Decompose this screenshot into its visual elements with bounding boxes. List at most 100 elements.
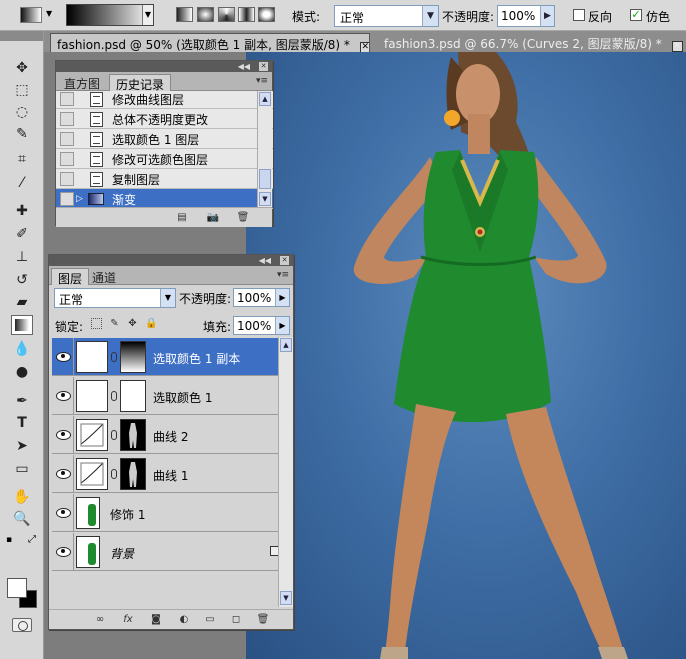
path-select-tool-icon[interactable]: ➤ — [11, 436, 33, 456]
zoom-tool-icon[interactable]: 🔍 — [11, 509, 33, 529]
move-tool-icon[interactable]: ✥ — [11, 58, 33, 78]
history-brush-tool-icon[interactable]: ↺ — [11, 270, 33, 290]
chevron-right-icon[interactable]: ▶ — [275, 289, 289, 306]
snapshot-source-checkbox[interactable] — [60, 92, 74, 106]
swap-colors-icon[interactable]: ⤢ — [28, 534, 36, 545]
hand-tool-icon[interactable]: ✋ — [11, 487, 33, 507]
reverse-checkbox[interactable] — [573, 9, 585, 21]
history-scrollbar[interactable]: ▲ ▼ — [257, 91, 272, 209]
trash-icon[interactable]: 🗑 — [236, 212, 250, 224]
dither-checkbox[interactable]: ✓ — [630, 9, 642, 21]
close-icon[interactable]: ✕ — [280, 256, 289, 265]
lock-all-icon[interactable]: 🔒 — [145, 318, 157, 329]
layer-mask-thumbnail[interactable] — [120, 419, 146, 451]
visibility-eye-icon[interactable] — [52, 455, 74, 493]
visibility-eye-icon[interactable] — [52, 533, 74, 571]
gradient-picker-arrow-icon[interactable]: ▼ — [142, 5, 153, 25]
adjustment-layer-icon[interactable]: ◐ — [177, 614, 191, 626]
close-icon[interactable]: ✕ — [359, 42, 369, 52]
healing-brush-tool-icon[interactable]: ✚ — [11, 201, 33, 221]
mask-link-icon[interactable] — [111, 391, 117, 401]
scroll-down-icon[interactable]: ▼ — [280, 591, 292, 605]
table-row[interactable]: 曲线 1 — [52, 455, 291, 493]
snapshot-source-checkbox[interactable] — [60, 132, 74, 146]
table-row[interactable]: 曲线 2 — [52, 416, 291, 454]
new-group-icon[interactable]: ▭ — [203, 614, 217, 626]
crop-tool-icon[interactable]: ⌗ — [11, 149, 33, 169]
list-item[interactable]: 修改曲线图层 — [56, 91, 273, 109]
linear-gradient-button[interactable] — [176, 7, 193, 22]
scroll-up-icon[interactable]: ▲ — [280, 338, 292, 352]
document-tab-fashion3[interactable]: fashion3.psd @ 66.7% (Curves 2, 图层蒙版/8) … — [378, 33, 686, 52]
document-canvas[interactable] — [246, 52, 686, 659]
layers-scrollbar[interactable]: ▲ ▼ — [278, 337, 293, 607]
new-layer-icon[interactable]: ◻ — [229, 614, 243, 626]
chevron-right-icon[interactable]: ▶ — [275, 317, 289, 334]
layer-opacity-field[interactable]: 100% ▶ — [233, 288, 290, 307]
foreground-color-swatch[interactable] — [7, 578, 27, 598]
list-item[interactable]: ▷ 渐变 — [56, 189, 273, 209]
stamp-tool-icon[interactable]: ⊥ — [11, 247, 33, 267]
collapse-icon[interactable]: ◀◀ — [259, 255, 271, 266]
list-item[interactable]: 总体不透明度更改 — [56, 109, 273, 129]
visibility-eye-icon[interactable] — [52, 377, 74, 415]
collapse-icon[interactable]: ◀◀ — [238, 61, 250, 72]
layer-mask-thumbnail[interactable] — [120, 341, 146, 373]
panel-menu-icon[interactable]: ▾≡ — [277, 270, 289, 280]
snapshot-source-checkbox[interactable] — [60, 112, 74, 126]
brush-tool-icon[interactable]: ✐ — [11, 224, 33, 244]
list-item[interactable]: 选取颜色 1 图层 — [56, 129, 273, 149]
mask-link-icon[interactable] — [111, 430, 117, 440]
dodge-tool-icon[interactable]: ● — [11, 362, 33, 382]
document-tab-fashion[interactable]: fashion.psd @ 50% (选取颜色 1 副本, 图层蒙版/8) * … — [50, 33, 370, 52]
layer-style-icon[interactable]: fx — [121, 614, 135, 626]
panel-menu-icon[interactable]: ▾≡ — [256, 76, 268, 86]
diamond-gradient-button[interactable] — [258, 7, 275, 22]
blur-tool-icon[interactable]: 💧 — [11, 339, 33, 359]
list-item[interactable]: 修改可选颜色图层 — [56, 149, 273, 169]
shape-tool-icon[interactable]: ▭ — [11, 459, 33, 479]
quick-mask-icon[interactable] — [12, 618, 32, 632]
gradient-tool-icon[interactable] — [11, 315, 33, 335]
close-icon[interactable]: ✕ — [671, 41, 683, 52]
gradient-tool-preset-icon[interactable] — [20, 7, 42, 23]
angle-gradient-button[interactable] — [218, 7, 235, 22]
tab-history[interactable]: 历史记录 — [109, 74, 172, 92]
list-item[interactable]: 复制图层 — [56, 169, 273, 189]
trash-icon[interactable]: 🗑 — [256, 614, 270, 626]
scroll-down-icon[interactable]: ▼ — [259, 192, 271, 206]
tab-histogram[interactable]: 直方图 — [58, 74, 106, 91]
pen-tool-icon[interactable]: ✒ — [11, 391, 33, 411]
snapshot-source-checkbox[interactable] — [60, 152, 74, 166]
lasso-tool-icon[interactable]: ◌ — [11, 102, 33, 122]
new-document-from-state-icon[interactable]: ▤ — [175, 212, 189, 224]
table-row[interactable]: 选取颜色 1 — [52, 377, 291, 415]
eyedropper-tool-icon[interactable]: ⁄ — [11, 173, 33, 193]
scroll-up-icon[interactable]: ▲ — [259, 92, 271, 106]
color-swatches[interactable] — [7, 578, 37, 608]
scroll-thumb[interactable] — [259, 169, 271, 189]
lock-position-icon[interactable]: ✥ — [127, 318, 138, 329]
table-row[interactable]: 修饰 1 — [52, 494, 291, 532]
blend-mode-dropdown[interactable]: 正常 ▼ — [54, 288, 176, 308]
visibility-eye-icon[interactable] — [52, 416, 74, 454]
visibility-eye-icon[interactable] — [52, 338, 74, 376]
eraser-tool-icon[interactable]: ▰ — [11, 292, 33, 312]
snapshot-source-checkbox[interactable] — [60, 192, 74, 206]
reset-colors-icon[interactable]: ▪ — [6, 535, 12, 545]
lock-transparency-icon[interactable] — [91, 318, 102, 329]
layer-mask-thumbnail[interactable] — [120, 458, 146, 490]
radial-gradient-button[interactable] — [197, 7, 214, 22]
opacity-field[interactable]: 100% ▶ — [497, 5, 555, 27]
add-mask-icon[interactable]: ◙ — [149, 614, 163, 626]
link-layers-icon[interactable]: ∞ — [93, 614, 107, 626]
snapshot-source-checkbox[interactable] — [60, 172, 74, 186]
mask-link-icon[interactable] — [111, 469, 117, 479]
visibility-eye-icon[interactable] — [52, 494, 74, 532]
tab-channels[interactable]: 通道 — [86, 268, 122, 285]
chevron-right-icon[interactable]: ▶ — [540, 6, 554, 26]
lock-pixels-icon[interactable]: ✎ — [109, 318, 120, 329]
preset-dropdown-arrow-icon[interactable]: ▼ — [46, 9, 52, 18]
mask-link-icon[interactable] — [111, 352, 117, 362]
table-row[interactable]: 背景 — [52, 533, 291, 571]
